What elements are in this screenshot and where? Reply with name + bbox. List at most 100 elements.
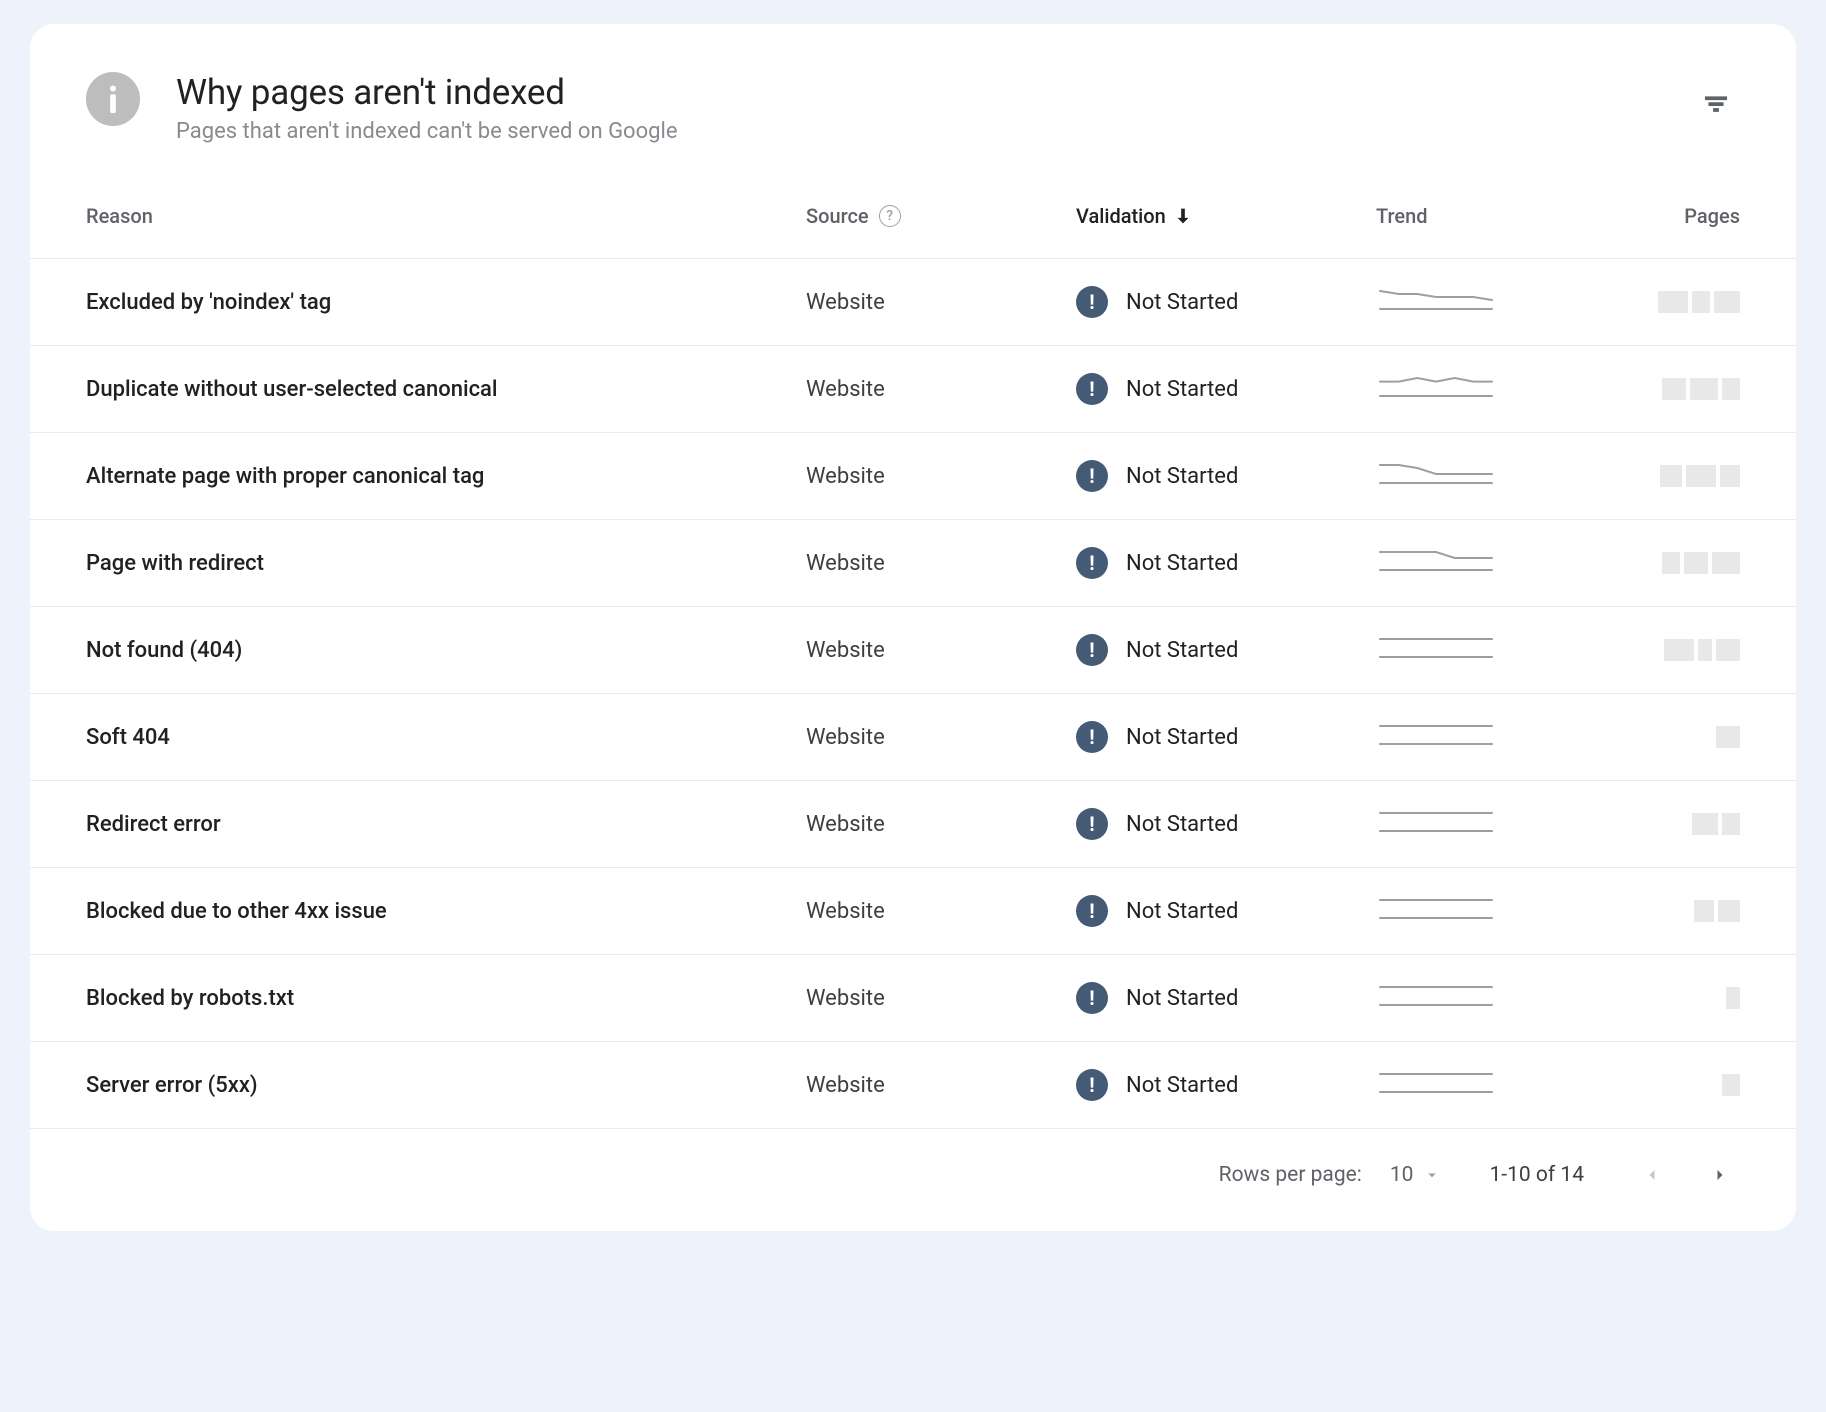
card-title: Why pages aren't indexed: [176, 72, 1692, 113]
pages-cell: [1596, 552, 1740, 574]
reason-cell: Blocked by robots.txt: [86, 986, 806, 1011]
trend-cell: [1376, 807, 1596, 841]
pages-cell: [1596, 900, 1740, 922]
table-row[interactable]: Page with redirect Website ! Not Started: [30, 519, 1796, 606]
validation-status: Not Started: [1126, 1073, 1238, 1098]
filter-button[interactable]: [1692, 80, 1740, 128]
exclamation-icon: !: [1076, 721, 1108, 753]
rows-per-page-select[interactable]: 10: [1390, 1163, 1442, 1187]
sparkline-icon: [1376, 372, 1496, 400]
validation-cell: ! Not Started: [1076, 895, 1376, 927]
reason-cell: Excluded by 'noindex' tag: [86, 290, 806, 315]
trend-cell: [1376, 720, 1596, 754]
validation-status: Not Started: [1126, 464, 1238, 489]
exclamation-icon: !: [1076, 982, 1108, 1014]
trend-cell: [1376, 372, 1596, 406]
validation-status: Not Started: [1126, 812, 1238, 837]
reason-cell: Duplicate without user-selected canonica…: [86, 377, 806, 402]
card-header: Why pages aren't indexed Pages that aren…: [30, 24, 1796, 168]
column-header-source-label: Source: [806, 204, 869, 228]
reason-cell: Soft 404: [86, 725, 806, 750]
validation-cell: ! Not Started: [1076, 460, 1376, 492]
validation-cell: ! Not Started: [1076, 373, 1376, 405]
trend-cell: [1376, 894, 1596, 928]
pages-cell: [1596, 378, 1740, 400]
pages-cell: [1596, 291, 1740, 313]
reason-cell: Server error (5xx): [86, 1073, 806, 1098]
table-row[interactable]: Not found (404) Website ! Not Started: [30, 606, 1796, 693]
table-row[interactable]: Blocked by robots.txt Website ! Not Star…: [30, 954, 1796, 1041]
sparkline-icon: [1376, 981, 1496, 1009]
pages-cell: [1596, 1074, 1740, 1096]
prev-page-button[interactable]: [1632, 1155, 1672, 1195]
validation-status: Not Started: [1126, 638, 1238, 663]
reason-cell: Page with redirect: [86, 551, 806, 576]
sparkline-icon: [1376, 1068, 1496, 1096]
sparkline-icon: [1376, 633, 1496, 661]
trend-cell: [1376, 546, 1596, 580]
table-header-row: Reason Source ? Validation Trend Pages: [30, 168, 1796, 258]
source-cell: Website: [806, 464, 1076, 489]
table-row[interactable]: Duplicate without user-selected canonica…: [30, 345, 1796, 432]
trend-cell: [1376, 459, 1596, 493]
rows-per-page-label: Rows per page:: [1219, 1163, 1362, 1187]
validation-status: Not Started: [1126, 899, 1238, 924]
help-icon[interactable]: ?: [879, 205, 901, 227]
validation-status: Not Started: [1126, 551, 1238, 576]
exclamation-icon: !: [1076, 460, 1108, 492]
exclamation-icon: !: [1076, 1069, 1108, 1101]
sparkline-icon: [1376, 720, 1496, 748]
source-cell: Website: [806, 551, 1076, 576]
validation-cell: ! Not Started: [1076, 547, 1376, 579]
validation-cell: ! Not Started: [1076, 286, 1376, 318]
source-cell: Website: [806, 725, 1076, 750]
pages-cell: [1596, 726, 1740, 748]
chevron-down-icon: [1423, 1166, 1441, 1184]
sparkline-icon: [1376, 807, 1496, 835]
column-header-trend[interactable]: Trend: [1376, 204, 1596, 228]
reason-cell: Alternate page with proper canonical tag: [86, 464, 806, 489]
pages-cell: [1596, 987, 1740, 1009]
source-cell: Website: [806, 377, 1076, 402]
exclamation-icon: !: [1076, 634, 1108, 666]
pages-cell: [1596, 465, 1740, 487]
source-cell: Website: [806, 638, 1076, 663]
rows-per-page-value: 10: [1390, 1163, 1414, 1187]
pages-cell: [1596, 813, 1740, 835]
column-header-reason[interactable]: Reason: [86, 204, 806, 228]
indexing-reasons-card: Why pages aren't indexed Pages that aren…: [30, 24, 1796, 1231]
sort-descending-icon: [1172, 205, 1194, 227]
table-row[interactable]: Soft 404 Website ! Not Started: [30, 693, 1796, 780]
column-header-validation[interactable]: Validation: [1076, 204, 1376, 228]
validation-cell: ! Not Started: [1076, 634, 1376, 666]
card-subtitle: Pages that aren't indexed can't be serve…: [176, 119, 1692, 144]
pagination-range: 1-10 of 14: [1489, 1163, 1584, 1187]
trend-cell: [1376, 981, 1596, 1015]
next-page-button[interactable]: [1700, 1155, 1740, 1195]
source-cell: Website: [806, 899, 1076, 924]
column-header-validation-label: Validation: [1076, 204, 1166, 228]
table-row[interactable]: Alternate page with proper canonical tag…: [30, 432, 1796, 519]
validation-cell: ! Not Started: [1076, 721, 1376, 753]
sparkline-icon: [1376, 546, 1496, 574]
filter-list-icon: [1702, 90, 1730, 118]
source-cell: Website: [806, 1073, 1076, 1098]
exclamation-icon: !: [1076, 895, 1108, 927]
source-cell: Website: [806, 290, 1076, 315]
chevron-left-icon: [1642, 1165, 1662, 1185]
table-row[interactable]: Redirect error Website ! Not Started: [30, 780, 1796, 867]
exclamation-icon: !: [1076, 373, 1108, 405]
header-text: Why pages aren't indexed Pages that aren…: [176, 72, 1692, 144]
source-cell: Website: [806, 986, 1076, 1011]
exclamation-icon: !: [1076, 547, 1108, 579]
sparkline-icon: [1376, 459, 1496, 487]
table-row[interactable]: Blocked due to other 4xx issue Website !…: [30, 867, 1796, 954]
table-row[interactable]: Excluded by 'noindex' tag Website ! Not …: [30, 258, 1796, 345]
column-header-source[interactable]: Source ?: [806, 204, 1076, 228]
validation-status: Not Started: [1126, 986, 1238, 1011]
reason-cell: Redirect error: [86, 812, 806, 837]
table-row[interactable]: Server error (5xx) Website ! Not Started: [30, 1041, 1796, 1128]
table-body: Excluded by 'noindex' tag Website ! Not …: [30, 258, 1796, 1128]
column-header-pages[interactable]: Pages: [1596, 204, 1740, 228]
info-icon: [86, 72, 140, 126]
